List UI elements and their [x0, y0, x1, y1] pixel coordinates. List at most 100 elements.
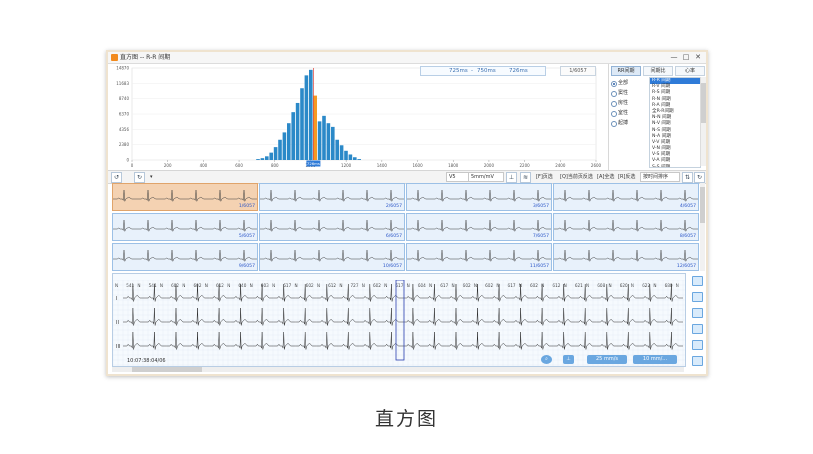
- zoom-icon[interactable]: ⌕: [541, 355, 552, 364]
- histogram-bar[interactable]: [265, 156, 269, 160]
- rotate-icon[interactable]: ↻: [694, 172, 705, 183]
- beat-thumbnail[interactable]: 3/6057: [406, 183, 552, 211]
- histogram-bar[interactable]: [335, 139, 339, 160]
- histogram-chart[interactable]: 14870 11683 8740 6370 4356 2380 00 200 400 600 800…: [108, 64, 608, 170]
- sort-order-icon[interactable]: ⇅: [682, 172, 693, 183]
- histogram-bar[interactable]: [269, 152, 273, 160]
- scroll-thumb[interactable]: [132, 367, 202, 372]
- beat-thumbnail[interactable]: 11/6057: [406, 243, 552, 271]
- histogram-bar[interactable]: [357, 159, 361, 160]
- beat-thumbnail[interactable]: 8/6057: [553, 213, 699, 241]
- scroll-thumb[interactable]: [700, 187, 705, 223]
- dropdown-icon[interactable]: ▾: [150, 173, 153, 181]
- histogram-bar[interactable]: [300, 88, 304, 160]
- histogram-bar[interactable]: [326, 123, 331, 160]
- histogram-bar[interactable]: [322, 115, 326, 160]
- histogram-bar[interactable]: [344, 150, 348, 160]
- histogram-bar[interactable]: [304, 75, 309, 160]
- settings-icon[interactable]: [692, 340, 703, 350]
- beat-thumbnail[interactable]: 5/6057: [112, 213, 258, 241]
- histogram-bar[interactable]: [331, 126, 335, 160]
- interval-list-scrollbar[interactable]: [700, 77, 706, 166]
- strip-timestamp: 10:07:38:04/06: [127, 358, 166, 364]
- invert-page-button[interactable]: [Q]当前页反选: [560, 173, 593, 181]
- histogram-bar[interactable]: [287, 123, 291, 160]
- close-button[interactable]: ✕: [692, 52, 704, 63]
- undo-icon[interactable]: ↺: [111, 172, 122, 183]
- option-atrial[interactable]: 房性: [611, 98, 647, 108]
- option-paced[interactable]: 起搏: [611, 118, 647, 128]
- option-sinus[interactable]: 窦性: [611, 88, 647, 98]
- save-icon[interactable]: [692, 292, 703, 302]
- lead-select[interactable]: V5: [446, 172, 470, 182]
- app-window-frame: 直方图 -- R-R 间期 — □ ✕ 14870 11683 8740 6370 43…: [106, 50, 708, 376]
- beat-index-label: 8/6057: [679, 234, 696, 239]
- histogram-bar[interactable]: [260, 158, 265, 160]
- histogram-bar[interactable]: [256, 159, 260, 160]
- maximize-button[interactable]: □: [680, 52, 692, 63]
- select-all-button[interactable]: [A]全选: [597, 173, 614, 181]
- beat-waveform: [113, 189, 257, 202]
- beat-thumbnail[interactable]: 9/6057: [112, 243, 258, 271]
- beat-thumbnail[interactable]: 6/6057: [259, 213, 405, 241]
- gain-select[interactable]: 5mm/mV: [468, 172, 504, 182]
- histogram-bar[interactable]: [273, 147, 278, 160]
- export-icon[interactable]: [692, 356, 703, 366]
- x-tick-label: 1600: [412, 163, 423, 168]
- beat-thumbnail[interactable]: 1/6057: [112, 183, 258, 211]
- histogram-bar[interactable]: [278, 139, 282, 160]
- overlay-icon[interactable]: ≋: [520, 172, 531, 183]
- ecg-strip[interactable]: N 541 N 541 N 602 N 602 N 612 N 640 N 603 N 617 N 602 N 612…: [112, 273, 686, 367]
- beat-thumbnail[interactable]: 2/6057: [259, 183, 405, 211]
- histogram-bar[interactable]: [282, 132, 287, 160]
- beat-grid-scrollbar[interactable]: [700, 183, 705, 271]
- histogram-bar[interactable]: [353, 157, 357, 160]
- x-tick-label: 1200: [341, 163, 352, 168]
- cursor-label: 726ms: [307, 161, 320, 166]
- align-icon[interactable]: ⊥: [506, 172, 517, 183]
- beat-index-label: 12/6057: [676, 264, 696, 269]
- grid-icon[interactable]: [692, 324, 703, 334]
- range-sep: -: [471, 68, 473, 74]
- histogram-bar[interactable]: [348, 154, 353, 160]
- print-icon[interactable]: [692, 276, 703, 286]
- lead-label: III: [116, 344, 120, 350]
- sort-select[interactable]: 按时间排序: [640, 172, 680, 182]
- ecg-trace: [113, 249, 257, 262]
- histogram-bar[interactable]: [295, 102, 300, 160]
- histogram-bar[interactable]: [291, 112, 295, 160]
- ecg-waveform[interactable]: IIIIII: [113, 280, 685, 366]
- window-title: 直方图 -- R-R 间期: [120, 54, 171, 61]
- x-tick-label: 0: [131, 163, 134, 168]
- invert-all-button[interactable]: [R]反选: [618, 173, 635, 181]
- refresh-icon[interactable]: ↻: [134, 172, 145, 183]
- option-all[interactable]: 全部: [611, 78, 647, 88]
- option-ventricular[interactable]: 室性: [611, 108, 647, 118]
- ecg-trace: [113, 189, 257, 202]
- layout-icon[interactable]: [692, 308, 703, 318]
- speed-button[interactable]: 25 mm/s: [587, 355, 627, 364]
- histogram-bar[interactable]: [339, 145, 344, 160]
- caliper-icon[interactable]: ⊥: [563, 355, 574, 364]
- tab-rr-interval[interactable]: RR间期: [611, 66, 641, 76]
- interval-list[interactable]: R-R 间期 R-V 间期 R-S 间期 R-N 间期 R-A 间期 全R-R间期 N-N …: [649, 77, 701, 168]
- minimize-button[interactable]: —: [668, 52, 680, 63]
- app-window: 直方图 -- R-R 间期 — □ ✕ 14870 11683 8740 6370 43…: [108, 52, 706, 374]
- beat-thumbnail[interactable]: 7/6057: [406, 213, 552, 241]
- x-tick-label: 1800: [448, 163, 459, 168]
- select-page-button[interactable]: [F]页选: [536, 173, 553, 181]
- interval-list-item[interactable]: S-S 间期: [650, 165, 700, 167]
- histogram-bar[interactable]: [313, 95, 317, 160]
- tab-interval-ratio[interactable]: 间期比: [643, 66, 673, 76]
- histogram-bar[interactable]: [317, 121, 322, 160]
- strip-gain-button[interactable]: 10 mm/...: [633, 355, 677, 364]
- beat-thumbnail[interactable]: 4/6057: [553, 183, 699, 211]
- beat-thumbnail[interactable]: 10/6057: [259, 243, 405, 271]
- tab-heart-rate[interactable]: 心率: [675, 66, 705, 76]
- beat-thumbnail[interactable]: 12/6057: [553, 243, 699, 271]
- histogram-panel[interactable]: 14870 11683 8740 6370 4356 2380 0 0 200 400 600 800…: [108, 64, 608, 170]
- scroll-thumb[interactable]: [701, 83, 706, 123]
- histogram-bar[interactable]: [309, 69, 313, 160]
- beat-index-label: 9/6057: [238, 264, 255, 269]
- strip-scrollbar[interactable]: [112, 367, 684, 372]
